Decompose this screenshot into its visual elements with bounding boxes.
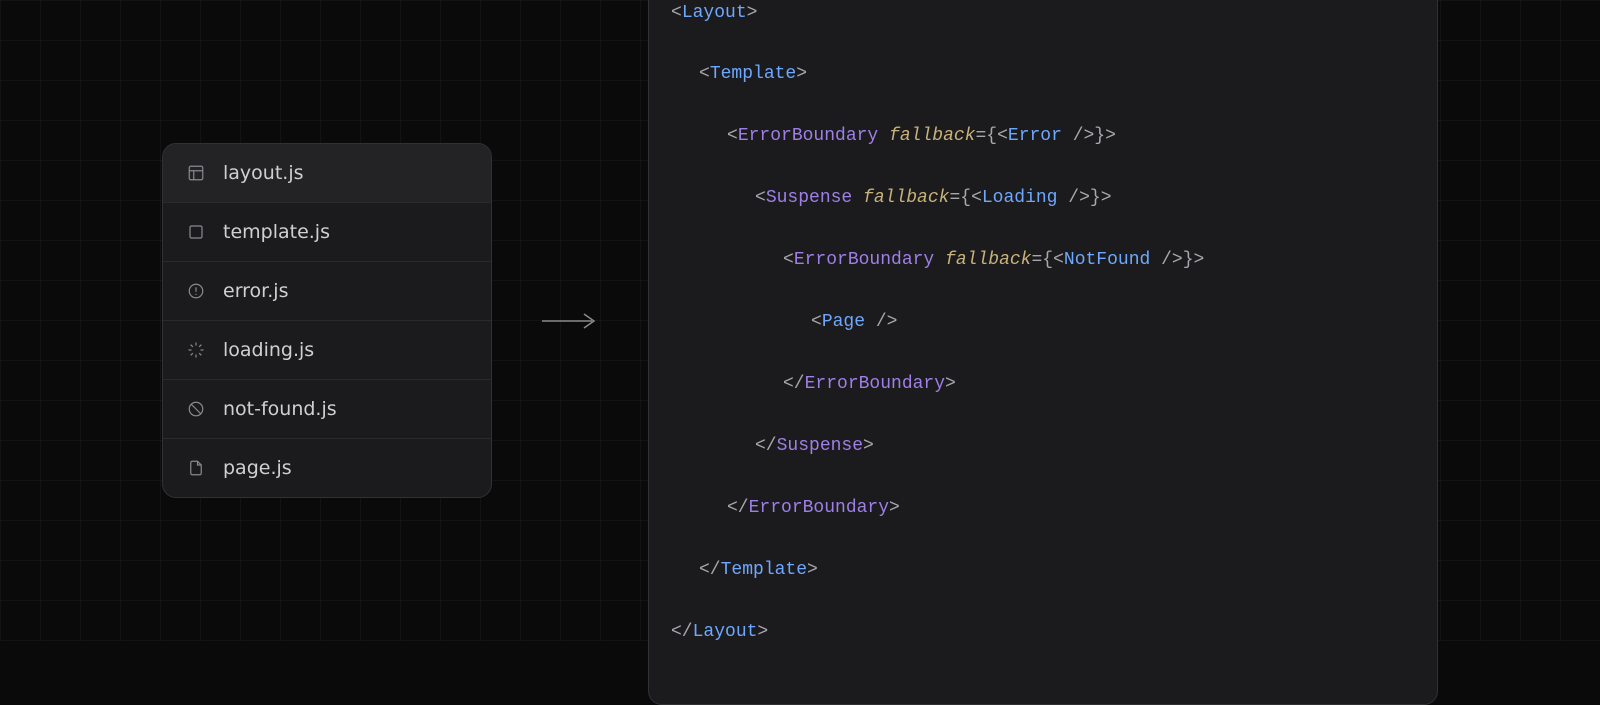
file-label: not-found.js	[223, 398, 337, 420]
diagram-stage: layout.js template.js error.js loading.js no…	[0, 0, 1600, 641]
code-line: <Template>	[671, 59, 1415, 90]
code-token: </	[727, 498, 749, 518]
code-token	[934, 250, 945, 270]
file-label: template.js	[223, 221, 330, 243]
code-token: ={<	[975, 126, 1007, 146]
ban-icon	[185, 398, 207, 420]
code-line: </Layout>	[671, 617, 1415, 648]
code-line: <ErrorBoundary fallback={<NotFound />}>	[671, 245, 1415, 276]
code-line: <Suspense fallback={<Loading />}>	[671, 183, 1415, 214]
code-token: />	[865, 312, 897, 332]
code-token: Suspense	[766, 188, 852, 208]
arrow-right-icon	[540, 311, 600, 331]
file-label: page.js	[223, 457, 292, 479]
file-row-not-found-js[interactable]: not-found.js	[163, 380, 491, 439]
code-line: </Suspense>	[671, 431, 1415, 462]
code-token: ErrorBoundary	[805, 374, 945, 394]
code-token: </	[783, 374, 805, 394]
code-token: <	[783, 250, 794, 270]
code-line: <Page />	[671, 307, 1415, 338]
code-token: Layout	[682, 3, 747, 23]
code-token: ErrorBoundary	[794, 250, 934, 270]
code-token: </	[671, 622, 693, 642]
code-token: <	[811, 312, 822, 332]
square-icon	[185, 221, 207, 243]
code-line: </ErrorBoundary>	[671, 369, 1415, 400]
code-token: >	[945, 374, 956, 394]
code-body: <Layout> <Template> <ErrorBoundary fallb…	[649, 0, 1437, 704]
code-line: </ErrorBoundary>	[671, 493, 1415, 524]
code-token: >	[796, 64, 807, 84]
file-icon	[185, 457, 207, 479]
code-token: >	[863, 436, 874, 456]
code-token: fallback	[889, 126, 975, 146]
code-token: </	[755, 436, 777, 456]
layout-icon	[185, 162, 207, 184]
code-token: NotFound	[1064, 250, 1150, 270]
code-token: Page	[822, 312, 865, 332]
code-token: >	[747, 3, 758, 23]
file-list-panel: layout.js template.js error.js loading.js no…	[162, 143, 492, 498]
alert-icon	[185, 280, 207, 302]
code-token: Loading	[982, 188, 1058, 208]
file-row-error-js[interactable]: error.js	[163, 262, 491, 321]
code-token: <	[671, 3, 682, 23]
file-row-loading-js[interactable]: loading.js	[163, 321, 491, 380]
code-token: fallback	[863, 188, 949, 208]
code-token: Layout	[693, 622, 758, 642]
code-token: Template	[710, 64, 796, 84]
file-label: error.js	[223, 280, 288, 302]
code-token: >	[889, 498, 900, 518]
code-token: Error	[1008, 126, 1062, 146]
code-token	[878, 126, 889, 146]
code-token: Template	[721, 560, 807, 580]
code-token: />}>	[1150, 250, 1204, 270]
code-token: fallback	[945, 250, 1031, 270]
code-token	[852, 188, 863, 208]
code-line: <Layout>	[671, 0, 1415, 28]
file-row-page-js[interactable]: page.js	[163, 439, 491, 497]
code-token: ={<	[1031, 250, 1063, 270]
code-token: />}>	[1058, 188, 1112, 208]
code-token: >	[757, 622, 768, 642]
code-token: ErrorBoundary	[738, 126, 878, 146]
code-token: </	[699, 560, 721, 580]
file-row-template-js[interactable]: template.js	[163, 203, 491, 262]
component-hierarchy-panel: Component Hierarchy <Layout> <Template> …	[648, 0, 1438, 705]
code-token: Suspense	[777, 436, 863, 456]
code-token: ={<	[949, 188, 981, 208]
code-line: <ErrorBoundary fallback={<Error />}>	[671, 121, 1415, 152]
code-token: <	[755, 188, 766, 208]
file-label: loading.js	[223, 339, 314, 361]
spinner-icon	[185, 339, 207, 361]
code-token: />}>	[1062, 126, 1116, 146]
code-line: </Template>	[671, 555, 1415, 586]
code-token: <	[727, 126, 738, 146]
file-label: layout.js	[223, 162, 304, 184]
code-token: ErrorBoundary	[749, 498, 889, 518]
code-token: <	[699, 64, 710, 84]
code-token: >	[807, 560, 818, 580]
file-row-layout-js[interactable]: layout.js	[163, 144, 491, 203]
